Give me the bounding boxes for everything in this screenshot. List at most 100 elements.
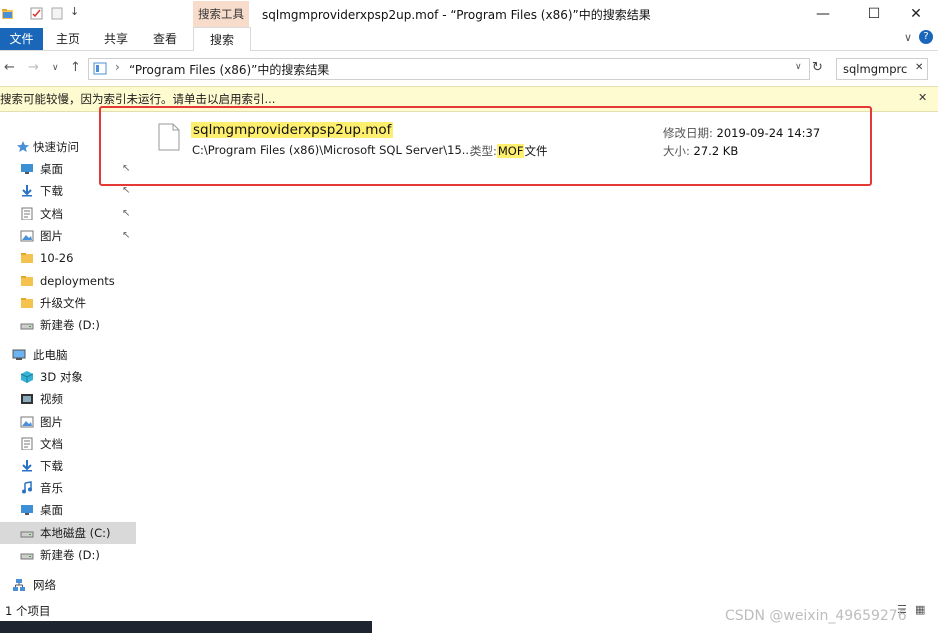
modified-date: 修改日期: 2019-09-24 14:37: [663, 125, 820, 141]
sidebar-item-label: deployments: [40, 274, 115, 288]
address-dropdown-icon[interactable]: ∨: [795, 62, 802, 72]
drive-icon: [20, 531, 34, 538]
sidebar-item-label: 新建卷 (D:): [40, 318, 100, 332]
file-type: 类型:MOF文件: [470, 143, 547, 159]
breadcrumb-separator-icon[interactable]: ›: [115, 60, 120, 74]
search-results-icon: [93, 62, 107, 75]
sidebar-item[interactable]: 文档: [0, 433, 136, 455]
breadcrumb-chevron-icon[interactable]: ›: [317, 60, 322, 74]
sidebar-item-label: 此电脑: [33, 348, 68, 362]
folder-icon: [21, 298, 33, 308]
sidebar-item-label: 快速访问: [33, 140, 79, 154]
sidebar-item-label: 文档: [40, 437, 63, 451]
title-bar: ↓ 搜索工具 sqlmgmproviderxpsp2up.mof - “Prog…: [0, 0, 938, 28]
star-icon: [17, 141, 29, 152]
file-size: 大小: 27.2 KB: [663, 143, 738, 159]
large-icons-view-icon[interactable]: ▦: [915, 603, 925, 616]
sidebar-item[interactable]: 新建卷 (D:): [0, 314, 136, 336]
context-tab-group-label: 搜索工具: [193, 1, 249, 28]
address-bar[interactable]: › “Program Files (x86)”中的搜索结果 › ∨: [88, 58, 810, 80]
sidebar-item[interactable]: deployments: [0, 270, 136, 292]
new-folder-icon[interactable]: [51, 7, 64, 20]
sidebar-item-label: 桌面: [40, 503, 63, 517]
download-icon: [22, 460, 32, 472]
ribbon-tabs: 文件 主页 共享 查看 搜索 ∨ ?: [0, 27, 938, 51]
download-icon: [22, 185, 32, 197]
taskbar: [0, 621, 372, 633]
sidebar-item-label: 升级文件: [40, 296, 86, 310]
maximize-button[interactable]: ☐: [851, 0, 897, 28]
tab-share[interactable]: 共享: [96, 28, 136, 50]
forward-button[interactable]: →: [28, 60, 39, 75]
modified-date-value: 2019-09-24 14:37: [716, 126, 821, 140]
sidebar-item[interactable]: 下载: [0, 455, 136, 477]
file-size-label: 大小:: [663, 144, 690, 158]
file-type-highlight: MOF: [496, 144, 525, 158]
picture-icon: [20, 416, 34, 428]
document-icon: [21, 207, 33, 220]
sidebar-item[interactable]: 本地磁盘 (C:): [0, 522, 136, 544]
cube-icon: [20, 371, 34, 383]
music-icon: [22, 481, 32, 494]
pin-icon: ↖: [122, 230, 131, 241]
close-button[interactable]: ✕: [893, 0, 938, 28]
tab-view[interactable]: 查看: [145, 28, 185, 50]
minimize-button[interactable]: —: [800, 0, 846, 28]
breadcrumb[interactable]: “Program Files (x86)”中的搜索结果: [129, 61, 329, 78]
document-icon: [21, 437, 33, 450]
sidebar-item-label: 图片: [40, 229, 63, 243]
file-name[interactable]: sqlmgmproviderxpsp2up.mof: [191, 122, 394, 138]
sidebar-item-label: 图片: [40, 415, 63, 429]
recent-locations-button[interactable]: ∨: [52, 63, 59, 73]
sidebar-item[interactable]: 文档 ↖: [0, 203, 136, 225]
network-icon: [13, 579, 25, 591]
sidebar-item-label: 网络: [33, 578, 56, 592]
tab-search[interactable]: 搜索: [193, 27, 251, 51]
sidebar-item[interactable]: 网络: [0, 574, 136, 596]
sidebar-item[interactable]: 新建卷 (D:): [0, 544, 136, 566]
navigation-pane: 快速访问 桌面 ↖ 下载 ↖ 文档 ↖ 图片 ↖ 10-26 deployments 升级文件 新建卷 …: [0, 124, 140, 594]
properties-icon[interactable]: [30, 7, 43, 20]
explorer-icon: [2, 9, 13, 19]
sidebar-item[interactable]: 图片 ↖: [0, 225, 136, 247]
ribbon-collapse-icon[interactable]: ∨: [904, 31, 912, 44]
quick-access-toolbar-chevron-icon[interactable]: ↓: [70, 5, 79, 18]
item-count: 1 个项目: [5, 604, 51, 618]
tab-home[interactable]: 主页: [48, 28, 88, 50]
sidebar-item[interactable]: 桌面: [0, 499, 136, 521]
sidebar-item-label: 桌面: [40, 162, 63, 176]
sidebar-item-label: 音乐: [40, 481, 63, 495]
sidebar-item-label: 视频: [40, 392, 63, 406]
navigation-bar: ← → ∨ ↑ › “Program Files (x86)”中的搜索结果 › …: [0, 55, 938, 81]
clear-search-button[interactable]: ✕: [915, 62, 923, 73]
sidebar-item-label: 新建卷 (D:): [40, 548, 100, 562]
window-title: sqlmgmproviderxpsp2up.mof - “Program Fil…: [262, 8, 651, 22]
search-result-item[interactable]: sqlmgmproviderxpsp2up.mof C:\Program Fil…: [158, 120, 858, 172]
folder-icon: [21, 276, 33, 286]
sidebar-item[interactable]: 此电脑: [0, 344, 136, 366]
back-button[interactable]: ←: [4, 60, 15, 75]
file-type-suffix: 文件: [524, 144, 548, 158]
search-input[interactable]: sqlmgmprc ✕: [836, 58, 928, 80]
tab-file[interactable]: 文件: [0, 28, 43, 50]
sidebar-item[interactable]: 升级文件: [0, 292, 136, 314]
sidebar-item-label: 下载: [40, 459, 63, 473]
up-button[interactable]: ↑: [70, 60, 81, 75]
sidebar-item[interactable]: 视频: [0, 388, 136, 410]
sidebar-item[interactable]: 音乐: [0, 477, 136, 499]
refresh-button[interactable]: ↻: [812, 60, 823, 75]
sidebar-item-label: 本地磁盘 (C:): [40, 526, 111, 540]
search-input-value[interactable]: sqlmgmprc: [843, 62, 907, 76]
folder-icon: [21, 253, 33, 263]
file-size-value: 27.2 KB: [693, 144, 739, 158]
sidebar-item-label: 10-26: [40, 251, 74, 265]
desktop-icon: [21, 164, 33, 174]
sidebar-item[interactable]: 图片: [0, 411, 136, 433]
drive-icon: [20, 323, 34, 330]
info-bar-close-button[interactable]: ✕: [918, 91, 927, 104]
sidebar-item[interactable]: 3D 对象: [0, 366, 136, 388]
sidebar-item[interactable]: 10-26: [0, 247, 136, 269]
file-icon: [158, 123, 180, 151]
index-info-text[interactable]: 搜索可能较慢，因为索引未运行。请单击以启用索引...: [0, 91, 275, 107]
help-icon[interactable]: ?: [919, 30, 933, 44]
